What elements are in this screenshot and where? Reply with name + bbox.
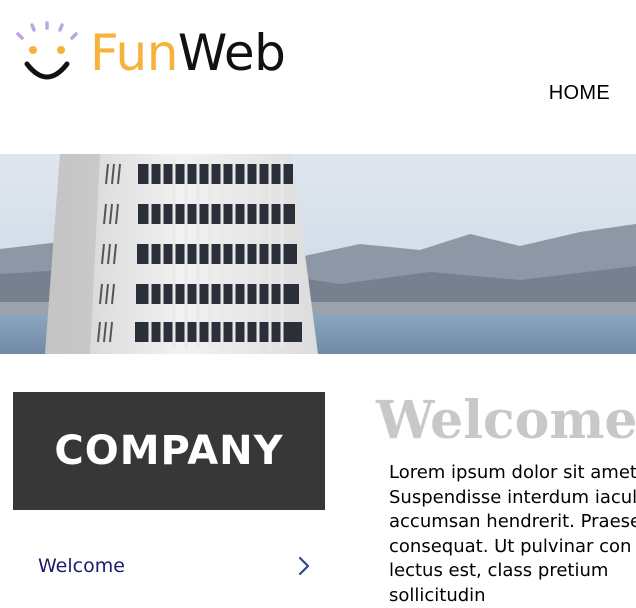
paragraph-line: Lorem ipsum dolor sit amet, — [389, 461, 636, 486]
logo-text-web: Web — [178, 24, 286, 82]
sidebar-heading-box: COMPANY — [13, 392, 325, 510]
hero-banner — [0, 154, 636, 354]
sidebar-item-welcome[interactable]: Welcome — [13, 548, 325, 584]
sidebar-item-label: Welcome — [38, 555, 125, 577]
site-logo[interactable]: FunWeb — [12, 20, 342, 90]
intro-paragraph: Lorem ipsum dolor sit amet, Suspendisse … — [389, 461, 636, 608]
paragraph-line: lectus est, class pretium — [389, 559, 636, 584]
nav-home-link[interactable]: HOME — [549, 82, 610, 104]
banner-image — [0, 154, 636, 354]
chevron-right-icon — [297, 556, 311, 576]
logo-text-fun: Fun — [90, 24, 178, 82]
smiley-logo-icon — [12, 20, 82, 90]
paragraph-line: accumsan hendrerit. Praesent — [389, 510, 636, 535]
sidebar-heading: COMPANY — [54, 428, 283, 474]
page-title: Welcome — [376, 392, 636, 449]
site-header: FunWeb HOME — [0, 0, 636, 154]
logo-wordmark: FunWeb — [90, 28, 285, 78]
paragraph-line: consequat. Ut pulvinar con — [389, 535, 636, 560]
main-nav: HOME — [549, 82, 610, 105]
paragraph-line: Suspendisse interdum iaculis — [389, 486, 636, 511]
paragraph-line: sollicitudin — [389, 584, 636, 608]
